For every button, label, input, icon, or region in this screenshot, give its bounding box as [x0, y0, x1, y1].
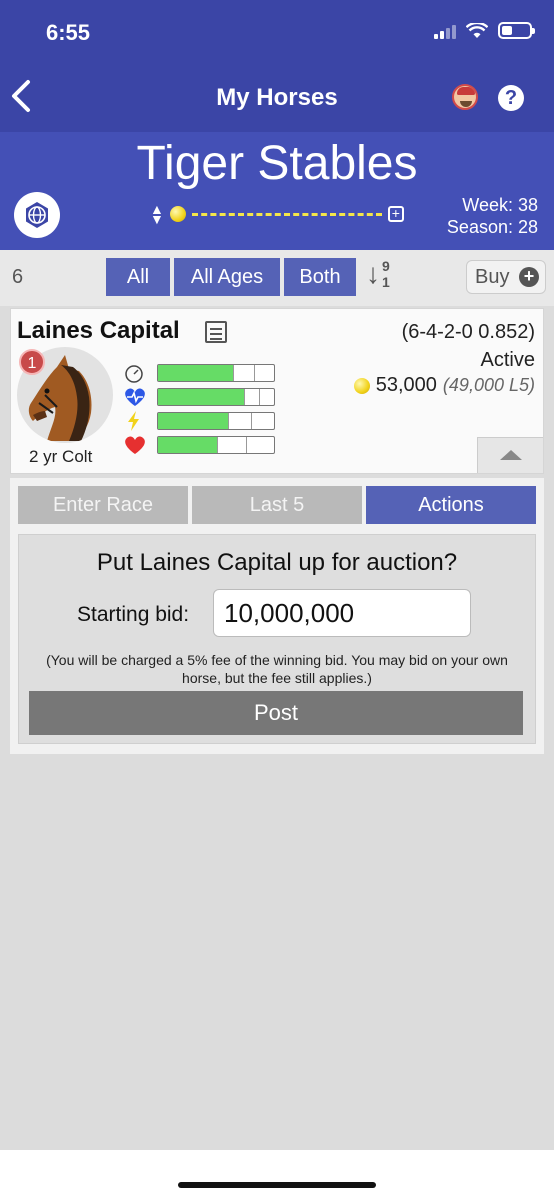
starting-bid-label: Starting bid: [77, 603, 190, 626]
coin-icon [353, 377, 370, 394]
bottom-bar [0, 1150, 554, 1200]
season-label: Season: 28 [446, 217, 538, 237]
fee-note: (You will be charged a 5% fee of the win… [46, 652, 508, 686]
horse-card[interactable]: Laines Capital (6-4-2-0 0.852) Active 53… [10, 308, 544, 474]
horse-count: 6 [12, 266, 24, 288]
buy-label: Buy [475, 266, 510, 288]
stat-bar-stamina [157, 388, 275, 406]
heart-icon [123, 434, 149, 456]
stable-header: Tiger Stables ▲ ▼ + Week: 38 Season: 28 [0, 132, 554, 250]
stamina-heart-icon [123, 386, 149, 408]
horse-age: 2 yr Colt [29, 447, 93, 466]
filter-all-ages-button[interactable]: All Ages [174, 258, 280, 296]
rank-badge: 1 [19, 349, 45, 375]
status-time: 6:55 [46, 20, 91, 45]
speedometer-icon [123, 362, 149, 384]
stat-bar-speed [157, 364, 275, 382]
help-button[interactable]: ? [498, 85, 524, 111]
battery-icon [498, 22, 535, 39]
coin-icon [169, 206, 186, 222]
horse-value: 53,000 (49,000 L5) [353, 374, 535, 397]
expand-plus-icon[interactable]: + [387, 206, 404, 222]
notes-icon[interactable] [205, 321, 227, 343]
horse-actions-panel: Enter Race Last 5 Actions Put Laines Cap… [10, 478, 544, 754]
stat-bar-energy [157, 412, 275, 430]
tab-last-5[interactable]: Last 5 [192, 486, 362, 524]
lightning-icon [123, 410, 149, 432]
horse-value-amount: 53,000 [375, 374, 437, 396]
filter-row: 6 All All Ages Both ↓ 91 Buy + [0, 250, 554, 306]
sort-arrows-icon[interactable]: ▲ ▼ [150, 202, 164, 226]
progress-track [191, 213, 382, 216]
stat-row-health [123, 433, 275, 457]
tab-actions[interactable]: Actions [366, 486, 536, 524]
horse-value-l5: (49,000 L5) [442, 375, 535, 395]
horse-status: Active [480, 349, 535, 371]
horse-record: (6-4-2-0 0.852) [401, 321, 535, 343]
stat-row-energy [123, 409, 275, 433]
horse-stats [123, 361, 275, 457]
stat-bar-health [157, 436, 275, 454]
auction-form: Put Laines Capital up for auction? Start… [18, 534, 536, 744]
wifi-icon [466, 22, 488, 38]
auction-question: Put Laines Capital up for auction? [96, 549, 458, 576]
horse-name: Laines Capital [17, 317, 180, 344]
sort-arrow-icon: ↓ [366, 258, 380, 289]
starting-bid-input[interactable] [213, 589, 471, 637]
filter-both-button[interactable]: Both [284, 258, 356, 296]
season-progress: ▲ ▼ + [150, 202, 404, 226]
top-bar: 6:55 My Horses ? [0, 0, 554, 132]
buy-button[interactable]: Buy + [466, 260, 546, 294]
cellular-signal-icon [434, 23, 456, 39]
post-button[interactable]: Post [29, 691, 523, 735]
globe-icon [26, 202, 48, 228]
week-label: Week: 38 [462, 195, 538, 215]
stat-row-speed [123, 361, 275, 385]
sort-order-label: 91 [382, 258, 390, 290]
status-icons [434, 22, 535, 39]
stat-row-stamina [123, 385, 275, 409]
sort-button[interactable]: ↓ 91 [366, 258, 390, 290]
user-avatar[interactable] [452, 84, 478, 110]
week-season-info: Week: 38 Season: 28 [447, 194, 538, 238]
filter-all-button[interactable]: All [106, 258, 170, 296]
stable-name: Tiger Stables [136, 137, 418, 190]
plus-circle-icon: + [519, 267, 539, 287]
globe-button[interactable] [14, 192, 60, 238]
collapse-button[interactable] [477, 437, 543, 473]
home-indicator[interactable] [178, 1182, 376, 1188]
tab-enter-race[interactable]: Enter Race [18, 486, 188, 524]
